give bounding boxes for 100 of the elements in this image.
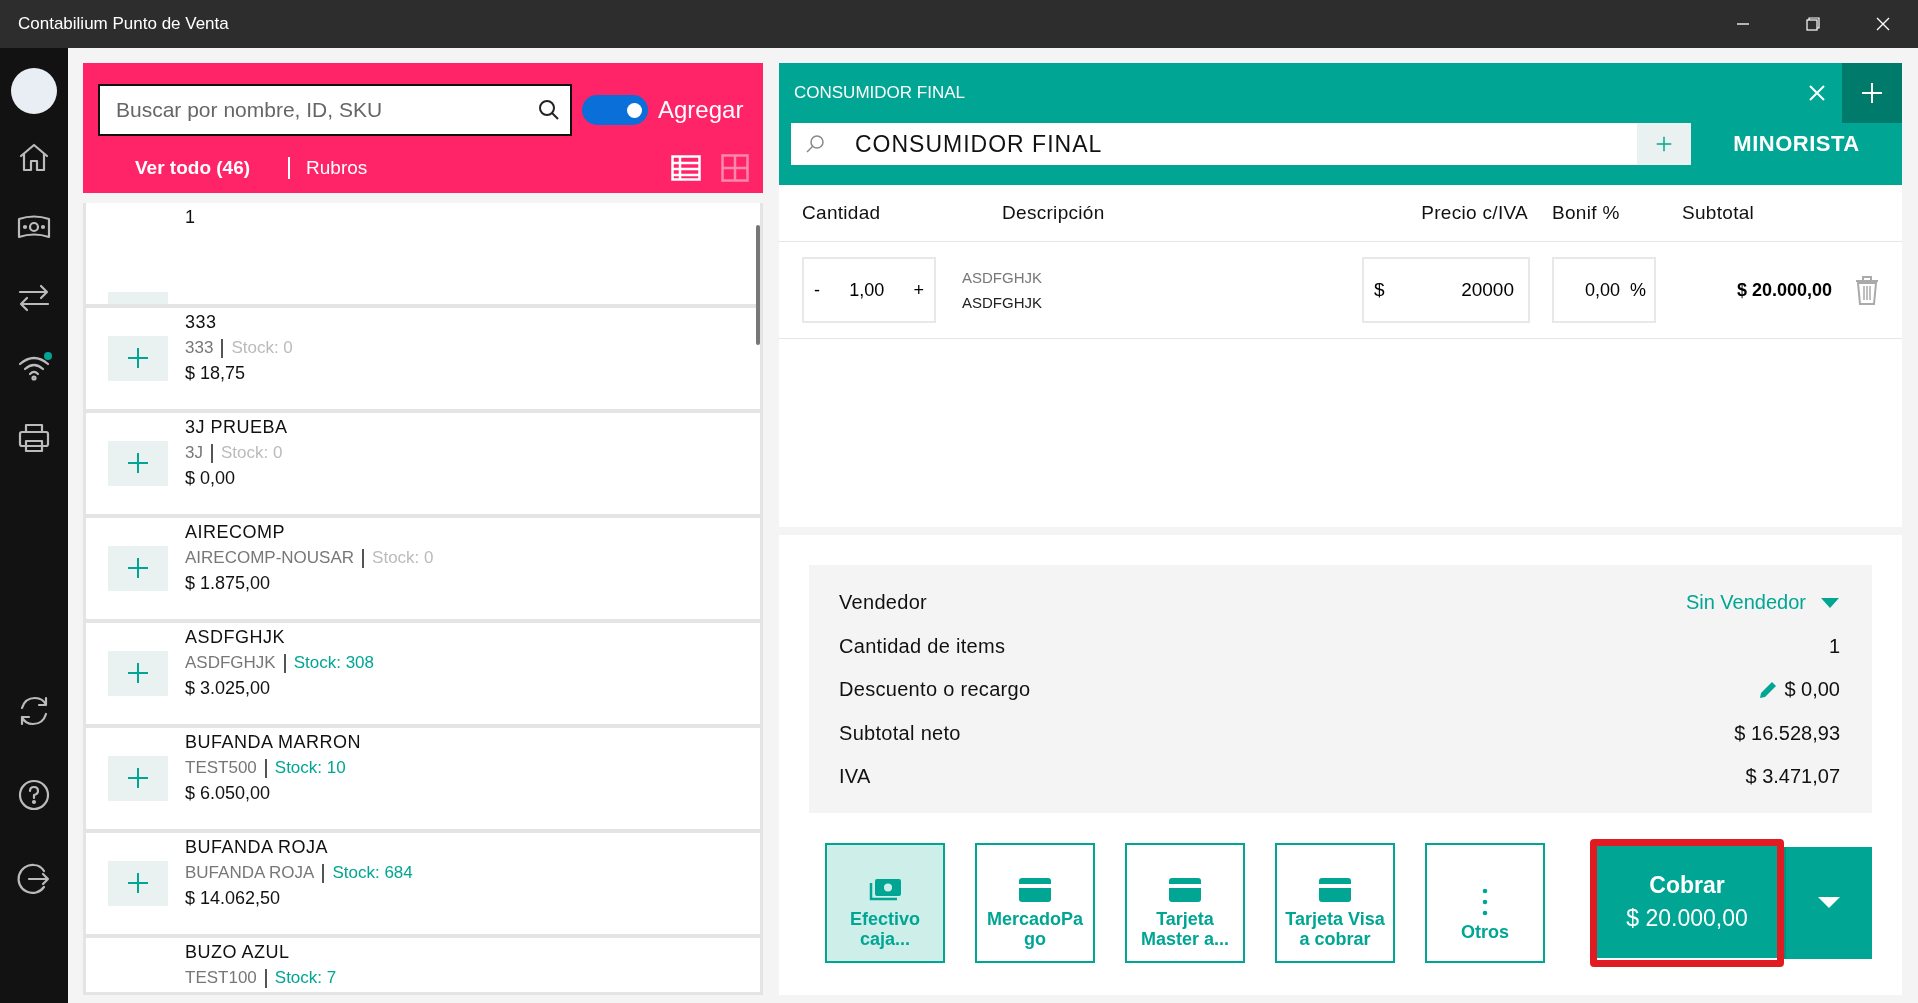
list-view-button[interactable] (671, 155, 701, 181)
card-icon (1018, 876, 1052, 903)
banknote-icon (867, 876, 903, 903)
product-name: BUZO AZUL (185, 942, 291, 963)
filter-tab[interactable]: Rubros (288, 157, 386, 179)
product-sku: BUFANDA ROJA (185, 863, 315, 883)
stock-label: Stock: 684 (332, 863, 413, 883)
product-name: 333 (185, 312, 218, 333)
product-row[interactable]: AIRECOMP AIRECOMP-NOUSAR Stock: 0 $ 1.875,00 (86, 518, 760, 619)
plus-icon (127, 556, 149, 579)
new-sale-button[interactable] (1842, 63, 1902, 123)
product-row[interactable]: 1 (86, 203, 760, 304)
plus-icon (127, 661, 149, 684)
product-sku: 3J (185, 443, 203, 463)
add-product-button[interactable] (108, 861, 168, 906)
product-price: $ 14.062,50 (185, 888, 282, 909)
product-sku: AIRECOMP-NOUSAR (185, 548, 355, 568)
summary-value: $ 3.471,07 (1745, 765, 1840, 789)
product-sku: TEST100 (185, 968, 257, 988)
product-price: $ 0,00 (185, 468, 237, 489)
summary-label: Subtotal neto (839, 721, 961, 745)
logout-icon (16, 861, 52, 897)
column-header: Precio c/IVA (1421, 202, 1529, 224)
product-row[interactable]: BUZO AZUL TEST100 Stock: 7 (86, 938, 760, 992)
discount-field[interactable]: 0,00 % (1552, 257, 1656, 323)
add-product-button[interactable] (108, 546, 168, 591)
increase-button[interactable]: + (911, 279, 926, 301)
product-row[interactable]: 333 333 Stock: 0 $ 18,75 (86, 308, 760, 409)
search-field[interactable]: Buscar por nombre, ID, SKU (98, 84, 572, 136)
product-row[interactable]: BUFANDA ROJA BUFANDA ROJA Stock: 684 $ 14.062,50 (86, 833, 760, 934)
stock-label: Stock: 7 (274, 968, 337, 988)
add-product-button[interactable] (108, 756, 168, 801)
customer-field[interactable]: CONSUMIDOR FINAL (791, 123, 1637, 165)
product-row[interactable]: 3J PRUEBA 3J Stock: 0 $ 0,00 (86, 413, 760, 514)
help-icon (16, 777, 52, 813)
summary-value: $ 16.528,93 (1734, 721, 1840, 745)
stock-label: Stock: 308 (293, 653, 374, 673)
product-name: 1 (185, 207, 196, 228)
summary-label: Cantidad de items (839, 634, 1006, 658)
item-description: ASDFGHJK (962, 294, 1043, 311)
product-sku: TEST500 (185, 758, 257, 778)
delete-button[interactable] (1855, 275, 1879, 305)
search-icon (538, 99, 560, 121)
toggle-label: Agregar (658, 96, 744, 124)
product-row[interactable]: BUFANDA MARRON TEST500 Stock: 10 $ 6.050,00 (86, 728, 760, 829)
pencil-icon[interactable] (1758, 679, 1779, 700)
product-name: BUFANDA ROJA (185, 837, 330, 858)
product-price: $ 18,75 (185, 363, 247, 384)
card-icon (1168, 876, 1202, 903)
decrease-button[interactable]: - (812, 279, 822, 301)
window-title: Contabilium Punto de Venta (18, 14, 230, 34)
search-icon (805, 134, 825, 154)
summary-label: IVA (839, 765, 871, 789)
product-name: AIRECOMP (185, 522, 286, 543)
column-header: Cantidad (802, 202, 881, 224)
add-product-button[interactable] (108, 441, 168, 486)
column-header: Bonif % (1552, 202, 1620, 224)
product-price: $ 3.025,00 (185, 678, 272, 699)
add-product-button[interactable] (108, 651, 168, 696)
summary-label: Vendedor (839, 591, 928, 615)
add-product-button[interactable] (108, 336, 168, 381)
summary-label: Descuento o recargo (839, 678, 1031, 702)
caret-icon (1820, 596, 1840, 609)
item-code: ASDFGHJK (962, 269, 1043, 286)
product-price: $ 1.875,00 (185, 573, 272, 594)
charge-options-button[interactable] (1784, 846, 1872, 959)
price-field[interactable]: $ 20000 (1362, 257, 1530, 323)
summary-value: 1 (1828, 634, 1840, 658)
product-sku: ASDFGHJK (185, 653, 276, 673)
stock-label: Stock: 0 (372, 548, 434, 568)
filter-tab[interactable]: Ver todo (46) (98, 157, 269, 179)
avatar[interactable] (11, 68, 57, 114)
scrollbar[interactable] (756, 225, 760, 345)
trash-icon (1855, 275, 1879, 305)
caret-icon (1817, 896, 1841, 909)
plus-icon (127, 346, 149, 369)
stock-label: Stock: 0 (220, 443, 283, 463)
product-row[interactable]: ASDFGHJK ASDFGHJK Stock: 308 $ 3.025,00 (86, 623, 760, 724)
product-name: BUFANDA MARRON (185, 732, 362, 753)
plus-icon (127, 766, 149, 789)
add-customer-button[interactable] (1637, 123, 1691, 165)
column-header: Descripción (1002, 202, 1105, 224)
product-name: 3J PRUEBA (185, 417, 288, 438)
column-header: Subtotal (1682, 202, 1755, 224)
product-price: $ 6.050,00 (185, 783, 272, 804)
grid-view-button[interactable] (721, 154, 749, 182)
plus-icon (1861, 82, 1883, 104)
plus-icon (127, 451, 149, 474)
more-icon (1482, 887, 1488, 916)
plus-icon (127, 871, 149, 894)
restore-icon (1806, 17, 1820, 31)
product-sku: 333 (185, 338, 214, 358)
stock-label: Stock: 10 (274, 758, 346, 778)
card-icon (1318, 876, 1352, 903)
quantity-stepper[interactable]: - 1,00 + (802, 257, 936, 323)
quantity-value: 1,00 (849, 279, 885, 301)
add-toggle[interactable] (582, 95, 648, 125)
close-icon (1876, 17, 1890, 31)
plus-icon (1656, 136, 1672, 152)
item-subtotal: $ 20.000,00 (1736, 279, 1832, 301)
